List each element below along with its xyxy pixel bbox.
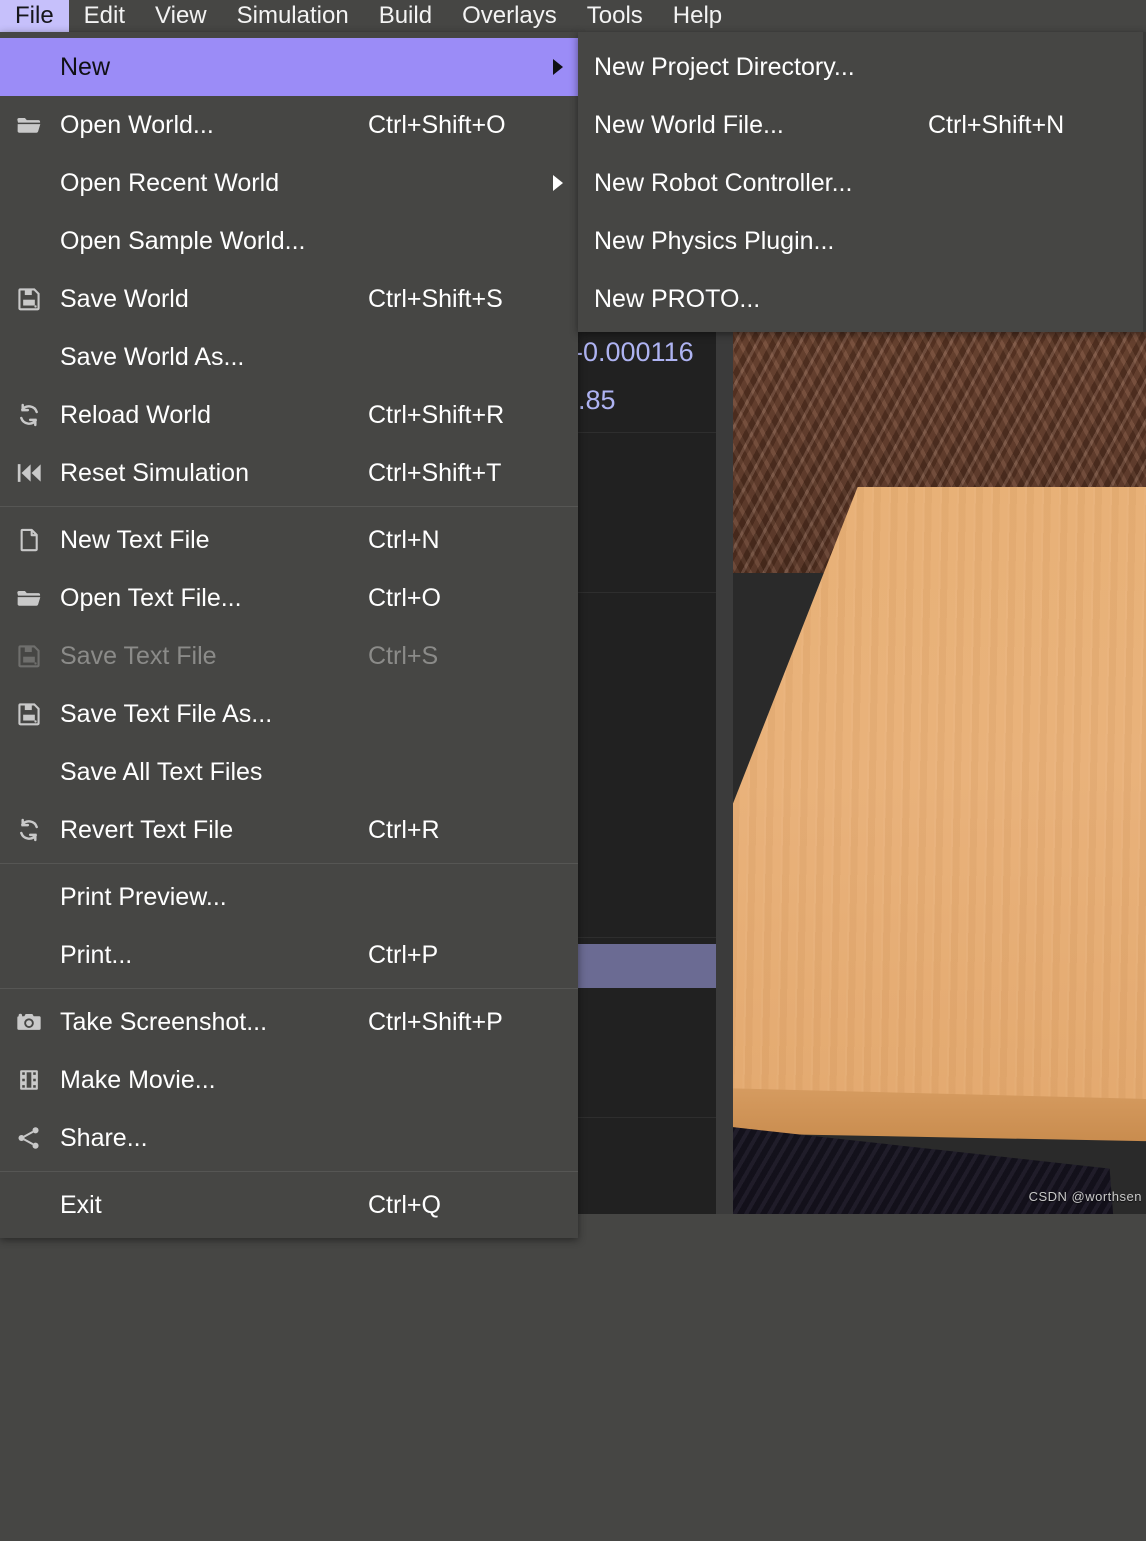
file-menu-item-exit[interactable]: Exit Ctrl+Q	[0, 1176, 578, 1234]
file-menu-item-revert-text-file[interactable]: Revert Text File Ctrl+R	[0, 801, 578, 859]
file-menu-item-open-sample-world[interactable]: Open Sample World...	[0, 212, 578, 270]
menu-item-shortcut: Ctrl+Shift+T	[368, 458, 502, 487]
file-menu-item-reload-world[interactable]: Reload World Ctrl+Shift+R	[0, 386, 578, 444]
file-menu-item-new-text-file[interactable]: New Text File Ctrl+N	[0, 511, 578, 569]
menu-item-label: New Text File	[60, 525, 210, 554]
file-menu-item-share[interactable]: Share...	[0, 1109, 578, 1167]
floppy-disk-icon	[14, 641, 44, 671]
menubar-item-file[interactable]: File	[0, 0, 69, 32]
menubar: File Edit View Simulation Build Overlays Tools…	[0, 0, 1146, 32]
menu-item-label: New PROTO...	[594, 284, 761, 313]
panel-field-value[interactable]: .85	[578, 385, 616, 416]
new-submenu-item-new-project-directory[interactable]: New Project Directory...	[578, 38, 1146, 96]
menu-item-shortcut: Ctrl+Q	[368, 1190, 441, 1219]
menu-separator	[0, 988, 578, 989]
film-icon	[14, 1065, 44, 1095]
menu-item-shortcut: Ctrl+Shift+S	[368, 284, 503, 313]
reload-icon	[14, 400, 44, 430]
menu-item-label: New Physics Plugin...	[594, 226, 835, 255]
file-menu-item-open-world[interactable]: Open World... Ctrl+Shift+O	[0, 96, 578, 154]
menu-separator	[0, 506, 578, 507]
menu-item-label: Save World As...	[60, 342, 245, 371]
menu-item-label: Reload World	[60, 400, 212, 429]
menu-item-shortcut: Ctrl+P	[368, 940, 439, 969]
file-menu-item-open-text-file[interactable]: Open Text File... Ctrl+O	[0, 569, 578, 627]
file-menu-item-save-all-text-files[interactable]: Save All Text Files	[0, 743, 578, 801]
menubar-item-view[interactable]: View	[140, 0, 222, 32]
menu-item-label: Open World...	[60, 110, 214, 139]
file-menu-item-make-movie[interactable]: Make Movie...	[0, 1051, 578, 1109]
menubar-item-overlays[interactable]: Overlays	[447, 0, 572, 32]
menu-separator	[0, 1171, 578, 1172]
menu-item-shortcut: Ctrl+S	[368, 641, 439, 670]
viewport-table-surface	[733, 487, 1146, 1127]
menu-item-label: Save Text File	[60, 641, 217, 670]
file-menu-item-new[interactable]: New	[0, 38, 578, 96]
menu-item-label: Reset Simulation	[60, 458, 249, 487]
menu-item-label: New	[60, 52, 111, 81]
new-submenu-item-new-world-file[interactable]: New World File... Ctrl+Shift+N	[578, 96, 1146, 154]
menu-item-label: Exit	[60, 1190, 102, 1219]
camera-icon	[14, 1007, 44, 1037]
menubar-item-build[interactable]: Build	[364, 0, 447, 32]
menu-item-label: Print Preview...	[60, 882, 227, 911]
reload-icon	[14, 815, 44, 845]
floppy-disk-icon	[14, 699, 44, 729]
file-menu-item-save-text-file: Save Text File Ctrl+S	[0, 627, 578, 685]
viewport-table-texture	[733, 487, 1146, 1127]
menu-item-label: New World File...	[594, 110, 784, 139]
file-blank-icon	[14, 525, 44, 555]
file-menu-item-save-world-as[interactable]: Save World As...	[0, 328, 578, 386]
menu-item-label: Revert Text File	[60, 815, 234, 844]
new-submenu-item-new-robot-controller[interactable]: New Robot Controller...	[578, 154, 1146, 212]
file-menu-item-print[interactable]: Print... Ctrl+P	[0, 926, 578, 984]
menu-item-shortcut: Ctrl+Shift+O	[368, 110, 506, 139]
folder-open-icon	[14, 110, 44, 140]
file-menu-item-take-screenshot[interactable]: Take Screenshot... Ctrl+Shift+P	[0, 993, 578, 1051]
rewind-icon	[14, 458, 44, 488]
panel-field-value[interactable]: -0.000116	[574, 337, 694, 368]
menu-separator	[0, 863, 578, 864]
menu-item-shortcut: Ctrl+Shift+R	[368, 400, 505, 429]
menubar-item-edit[interactable]: Edit	[69, 0, 140, 32]
file-menu-item-save-text-file-as[interactable]: Save Text File As...	[0, 685, 578, 743]
file-menu-item-print-preview[interactable]: Print Preview...	[0, 868, 578, 926]
new-submenu-item-new-proto[interactable]: New PROTO...	[578, 270, 1146, 328]
menu-item-label: Share...	[60, 1123, 148, 1152]
menu-item-label: Open Sample World...	[60, 226, 306, 255]
menu-item-label: New Robot Controller...	[594, 168, 853, 197]
file-menu-item-open-recent-world[interactable]: Open Recent World	[0, 154, 578, 212]
simulation-3d-viewport[interactable]: CSDN @worthsen	[733, 327, 1146, 1214]
menu-item-label: Save World	[60, 284, 189, 313]
menubar-item-simulation[interactable]: Simulation	[222, 0, 364, 32]
menubar-item-tools[interactable]: Tools	[572, 0, 658, 32]
menu-item-label: Make Movie...	[60, 1065, 216, 1094]
menu-item-shortcut: Ctrl+Shift+N	[928, 110, 1065, 139]
submenu-arrow-icon	[553, 175, 563, 191]
menu-item-label: Open Text File...	[60, 583, 242, 612]
new-submenu[interactable]: New Project Directory... New World File..…	[578, 32, 1146, 332]
menu-item-shortcut: Ctrl+R	[368, 815, 440, 844]
menu-item-label: Take Screenshot...	[60, 1007, 268, 1036]
menu-item-shortcut: Ctrl+Shift+P	[368, 1007, 503, 1036]
watermark: CSDN @worthsen	[1028, 1189, 1142, 1204]
folder-open-icon	[14, 583, 44, 613]
menu-item-label: New Project Directory...	[594, 52, 855, 81]
file-menu-item-reset-simulation[interactable]: Reset Simulation Ctrl+Shift+T	[0, 444, 578, 502]
file-menu-item-save-world[interactable]: Save World Ctrl+Shift+S	[0, 270, 578, 328]
panel-scrollbar-track[interactable]	[716, 327, 733, 1214]
menubar-item-help[interactable]: Help	[658, 0, 737, 32]
new-submenu-item-new-physics-plugin[interactable]: New Physics Plugin...	[578, 212, 1146, 270]
menu-item-shortcut: Ctrl+O	[368, 583, 441, 612]
menu-item-shortcut: Ctrl+N	[368, 525, 440, 554]
submenu-arrow-icon	[553, 59, 563, 75]
menu-item-label: Save All Text Files	[60, 757, 263, 786]
file-dropdown-menu[interactable]: New Open World... Ctrl+Shift+O Open Recent …	[0, 32, 578, 1238]
menu-item-label: Open Recent World	[60, 168, 280, 197]
menu-item-label: Print...	[60, 940, 133, 969]
floppy-disk-icon	[14, 284, 44, 314]
menu-item-label: Save Text File As...	[60, 699, 273, 728]
share-icon	[14, 1123, 44, 1153]
